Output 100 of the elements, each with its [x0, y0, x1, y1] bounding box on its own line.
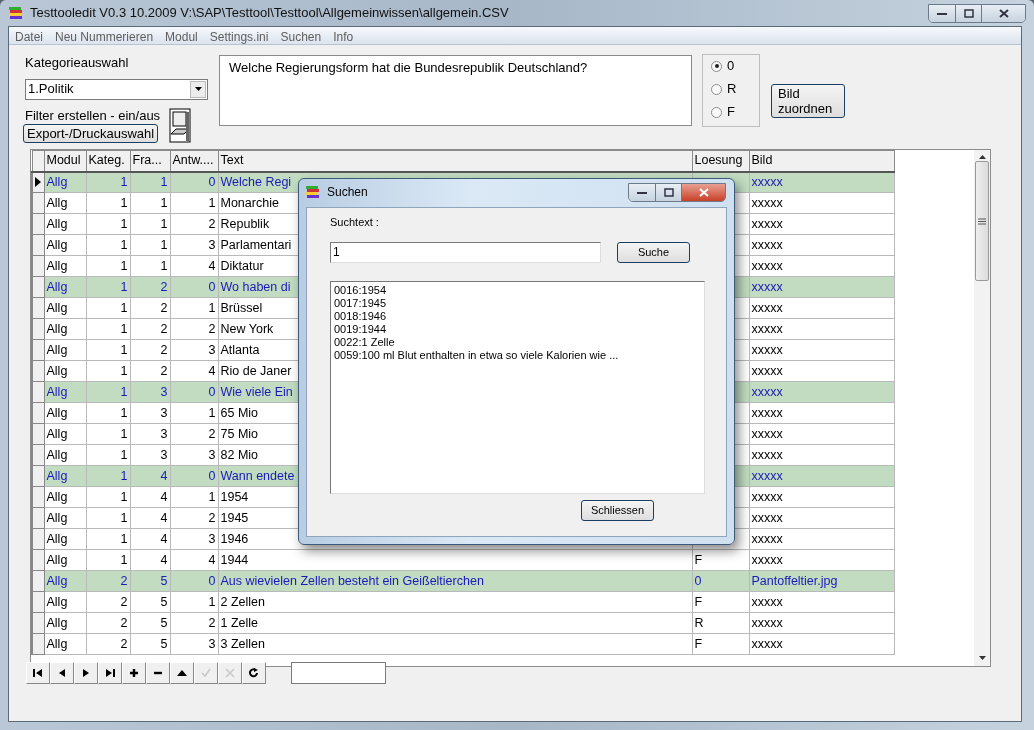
table-cell: 3 [170, 633, 218, 655]
menu-item[interactable]: Suchen [274, 27, 328, 44]
table-cell: 1 [130, 234, 170, 256]
table-cell: Allg [44, 297, 86, 319]
table-cell: 2 [170, 213, 218, 235]
menu-item[interactable]: Neu Nummerieren [49, 27, 160, 44]
table-cell: 3 [170, 444, 218, 466]
maximize-icon [663, 187, 674, 197]
table-cell: Allg [44, 339, 86, 361]
column-header[interactable]: Kateg. [86, 150, 130, 172]
first-icon [33, 668, 43, 678]
column-header[interactable]: Modul [44, 150, 86, 172]
navigator-button[interactable] [26, 662, 50, 684]
table-cell: 1 [86, 339, 130, 361]
table-cell: 2 [86, 612, 130, 634]
table-cell: 1 [170, 591, 218, 613]
table-cell: Allg [44, 213, 86, 235]
table-cell: Aus wievielen Zellen besteht ein Geißeltierchen [218, 570, 692, 592]
triangle-icon [177, 668, 187, 678]
search-field[interactable]: 1 [330, 241, 601, 263]
table-cell: 4 [170, 255, 218, 277]
table-cell: Allg [44, 234, 86, 256]
close-button[interactable] [681, 183, 725, 201]
down-arrow-icon[interactable] [978, 656, 986, 660]
table-cell: Allg [44, 255, 86, 277]
table-cell: 3 [130, 444, 170, 466]
minimize-icon [637, 189, 647, 195]
column-header[interactable]: Fra... [130, 150, 170, 172]
category-label: Kategorieauswahl [25, 54, 130, 72]
table-cell: Allg [44, 486, 86, 508]
table-cell: 2 [170, 507, 218, 529]
table-cell: xxxxx [749, 528, 894, 550]
table-cell: 5 [130, 591, 170, 613]
computer-icon[interactable] [168, 107, 194, 143]
table-cell: Allg [44, 423, 86, 445]
table-cell: 1 [86, 318, 130, 340]
category-dropdown[interactable]: 1.Politik [25, 78, 208, 100]
answer-radio[interactable]: 0 [711, 58, 759, 74]
table-cell: 1 Zelle [218, 612, 692, 634]
table-cell: Allg [44, 549, 86, 571]
column-header[interactable]: Antw.... [170, 150, 218, 172]
column-header[interactable]: Bild [749, 150, 894, 172]
column-header[interactable]: Loesung [692, 150, 749, 172]
table-cell: 3 [170, 234, 218, 256]
minimize-button[interactable] [929, 4, 955, 22]
search-button[interactable]: Suche [617, 241, 690, 263]
table-cell: xxxxx [749, 507, 894, 529]
table-cell: 2 [130, 339, 170, 361]
export-button[interactable]: Export-/Druckauswahl [23, 123, 159, 143]
menu-item[interactable]: Datei [9, 27, 49, 44]
books-icon [8, 5, 24, 21]
input-field[interactable] [291, 662, 386, 684]
navigator-button[interactable] [170, 662, 194, 684]
navigator-button[interactable] [74, 662, 98, 684]
assign-image-button[interactable]: Bild zuordnen [771, 84, 845, 118]
table-cell: 5 [130, 633, 170, 655]
table-cell: 1 [170, 402, 218, 424]
table-cell: 4 [130, 528, 170, 550]
menu-item[interactable]: Modul [159, 27, 204, 44]
menu-item[interactable]: Settings.ini [203, 27, 275, 44]
plus-icon [129, 668, 139, 678]
table-cell: 1 [130, 213, 170, 235]
table-cell: 1 [130, 192, 170, 214]
maximize-button[interactable] [655, 183, 681, 201]
table-cell: 1 [86, 402, 130, 424]
table-cell: 5 [130, 612, 170, 634]
table-cell: 2 [86, 591, 130, 613]
column-header[interactable]: Text [218, 150, 692, 172]
table-cell: xxxxx [749, 297, 894, 319]
table-cell: 1 [86, 444, 130, 466]
table-cell: 2 [130, 297, 170, 319]
answer-radio[interactable]: R [711, 81, 759, 97]
table-cell: Allg [44, 192, 86, 214]
close-dialog-button[interactable]: Schliessen [581, 499, 654, 521]
question-field[interactable]: Welche Regierungsform hat die Bundesrepublik Deutschland? [219, 55, 692, 126]
close-icon [698, 187, 709, 197]
menu-item[interactable]: Info [327, 27, 360, 44]
table-cell: xxxxx [749, 213, 894, 235]
table-cell: F [692, 591, 749, 613]
table-cell: 2 Zellen [218, 591, 692, 613]
navigator-button[interactable] [122, 662, 146, 684]
table-cell: R [692, 612, 749, 634]
close-button[interactable] [981, 4, 1025, 22]
caret-icon [194, 87, 202, 91]
navigator-button[interactable] [242, 662, 266, 684]
table-cell: xxxxx [749, 423, 894, 445]
row-indicator[interactable] [32, 171, 44, 193]
scrollbar[interactable] [974, 150, 990, 666]
navigator-button[interactable] [146, 662, 170, 684]
minimize-button[interactable] [629, 183, 655, 201]
answer-radio[interactable]: F [711, 104, 759, 120]
navigator-button[interactable] [50, 662, 74, 684]
up-arrow-icon[interactable] [978, 155, 986, 159]
grip-icon[interactable] [978, 217, 986, 225]
table-cell: Allg [44, 444, 86, 466]
navigator-button[interactable] [98, 662, 122, 684]
maximize-button[interactable] [955, 4, 981, 22]
table-cell: xxxxx [749, 192, 894, 214]
table-cell: xxxxx [749, 549, 894, 571]
table-cell: xxxxx [749, 402, 894, 424]
